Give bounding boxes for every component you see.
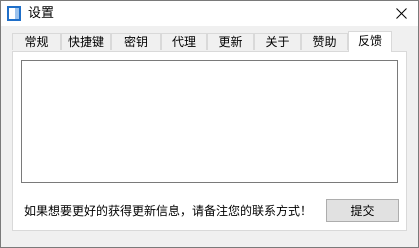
contact-prompt: 如果想要更好的获得更新信息，请备注您的联系方式！	[24, 204, 313, 218]
submit-button[interactable]: 提交	[326, 199, 399, 222]
app-icon	[7, 6, 21, 21]
tab-keys[interactable]: 密钥	[111, 33, 161, 50]
tab-about[interactable]: 关于	[254, 33, 301, 50]
close-icon	[396, 8, 407, 19]
tab-update[interactable]: 更新	[207, 33, 254, 50]
title-bar[interactable]: 设置	[1, 1, 418, 26]
feedback-textarea[interactable]	[21, 60, 398, 183]
window-title: 设置	[28, 6, 55, 21]
close-button[interactable]	[384, 1, 418, 26]
tab-general[interactable]: 常规	[12, 33, 61, 50]
tab-feedback[interactable]: 反馈	[348, 31, 392, 52]
tab-proxy[interactable]: 代理	[161, 33, 207, 50]
tab-sponsor[interactable]: 赞助	[301, 33, 348, 50]
feedback-panel: 如果想要更好的获得更新信息，请备注您的联系方式！ 提交	[12, 51, 407, 231]
settings-window: 设置 常规 快捷键 密钥 代理 更新 关于 赞助 反馈 如果想要更好的获得更新信…	[0, 0, 419, 248]
tab-shortcuts[interactable]: 快捷键	[61, 33, 111, 50]
